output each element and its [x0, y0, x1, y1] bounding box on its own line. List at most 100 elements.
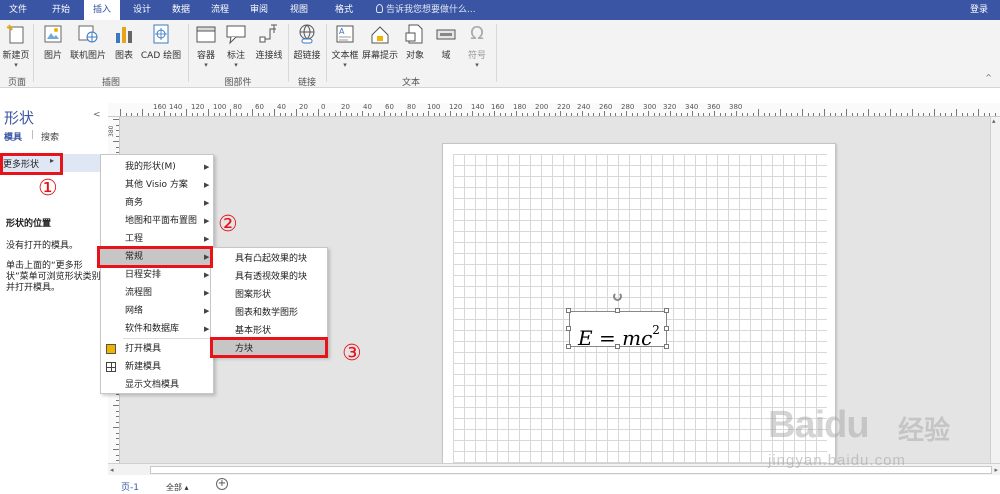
container-button[interactable]: 容器 ▾ — [193, 23, 219, 69]
ruler-tick — [593, 113, 594, 116]
ruler-tick — [835, 113, 836, 116]
selection-handle[interactable] — [664, 344, 669, 349]
menu-item[interactable]: 我的形状(M) ▶ — [101, 158, 213, 176]
ruler-tick — [901, 113, 902, 116]
selection-handle[interactable] — [566, 344, 571, 349]
menu-item[interactable]: 打开模具 — [101, 340, 213, 358]
chart-button[interactable]: 图表 — [112, 23, 136, 61]
ruler-tick — [505, 113, 506, 116]
ruler-tick — [934, 109, 935, 116]
ruler-tick — [257, 113, 259, 116]
ruler-tick — [956, 109, 957, 116]
screentip-button[interactable]: 屏幕提示 — [361, 23, 399, 61]
ruler-tick — [208, 109, 209, 116]
ruler-tick — [945, 113, 946, 116]
tab-design[interactable]: 设计 — [125, 0, 159, 20]
selection-handle[interactable] — [664, 326, 669, 331]
submenu-item[interactable]: 具有凸起效果的块 — [211, 250, 327, 268]
symbol-button[interactable]: Ω 符号 ▾ — [466, 23, 488, 69]
object-button[interactable]: 对象 — [402, 23, 428, 61]
ribbon-tab-bar: 文件 开始 插入 设计 数据 流程 审阅 视图 格式 告诉我您想要做什么... … — [0, 0, 1000, 20]
selection-handle[interactable] — [615, 308, 620, 313]
watermark-cn: 经验 — [898, 416, 951, 446]
ruler-tick — [422, 113, 424, 116]
tell-me-text: 告诉我您想要做什么... — [386, 5, 476, 15]
stencil-location-title: 形状的位置 — [6, 219, 52, 229]
submenu-item-label: 图表和数学图形 — [235, 308, 299, 318]
ruler-tick — [263, 113, 264, 116]
ruler-tick — [664, 113, 666, 116]
new-page-button[interactable]: 新建页 ▾ — [2, 23, 30, 69]
tab-data[interactable]: 数据 — [164, 0, 198, 20]
tab-process[interactable]: 流程 — [203, 0, 237, 20]
submenu-item[interactable]: 图表和数学图形 — [211, 304, 327, 322]
cad-drawing-button[interactable]: CAD 绘图 — [140, 23, 182, 61]
menu-item[interactable]: 地图和平面布置图 ▶ — [101, 212, 213, 230]
menu-item[interactable]: 软件和数据库 ▶ — [101, 320, 213, 338]
formula-shape[interactable]: E = mc2 — [569, 311, 667, 350]
menu-item[interactable]: 显示文档模具 — [101, 376, 213, 394]
submenu-item[interactable]: 图案形状 — [211, 286, 327, 304]
ruler-label: 220 — [556, 103, 572, 111]
menu-item-label: 软件和数据库 — [125, 324, 180, 334]
tab-format[interactable]: 格式 — [326, 0, 362, 20]
tab-search[interactable]: 搜索 — [41, 130, 59, 143]
selection-handle[interactable] — [566, 326, 571, 331]
tab-stencils[interactable]: 模具 — [4, 130, 22, 143]
callout-button[interactable]: 标注 ▾ — [224, 23, 248, 69]
ruler-tick — [961, 113, 963, 116]
textbox-button[interactable]: A 文本框 ▾ — [328, 23, 362, 69]
selection-handle[interactable] — [615, 344, 620, 349]
tab-review[interactable]: 审阅 — [242, 0, 276, 20]
ruler-tick — [989, 113, 990, 116]
scroll-up-icon[interactable]: ▴ — [992, 117, 996, 125]
menu-item[interactable]: 新建模具 — [101, 358, 213, 376]
hyperlink-globe-icon — [296, 23, 318, 45]
menu-item-label: 地图和平面布置图 — [125, 216, 198, 226]
ruler-tick — [323, 113, 325, 116]
chevron-left-icon[interactable]: < — [93, 110, 101, 120]
selection-handle[interactable] — [664, 308, 669, 313]
ruler-tick — [890, 109, 891, 116]
ruler-tick — [983, 113, 985, 116]
online-picture-button[interactable]: 联机图片 — [68, 23, 108, 61]
login-link[interactable]: 登录 — [970, 0, 988, 20]
highlight-more-shapes — [0, 153, 63, 175]
page-tab[interactable]: 页-1 — [121, 480, 139, 494]
ruler-tick — [116, 421, 119, 423]
menu-item[interactable]: 流程图 ▶ — [101, 284, 213, 302]
submenu-arrow-icon: ▶ — [204, 271, 210, 279]
vertical-scrollbar[interactable]: ▴ — [990, 117, 1000, 463]
connector-button[interactable]: 连接线 — [252, 23, 286, 61]
ruler-tick — [857, 113, 858, 116]
tell-me-box[interactable]: 告诉我您想要做什么... — [376, 0, 476, 20]
menu-item[interactable]: 其他 Visio 方案 ▶ — [101, 176, 213, 194]
ruler-label: 40 — [362, 103, 373, 111]
menu-item-label: 打开模具 — [125, 344, 162, 354]
ruler-tick — [191, 113, 193, 116]
container-icon — [195, 23, 217, 45]
rotate-handle-icon[interactable] — [613, 292, 622, 301]
collapse-ribbon-icon[interactable]: ^ — [985, 73, 992, 82]
field-button[interactable]: 域 — [434, 23, 458, 61]
menu-item[interactable]: 商务 ▶ — [101, 194, 213, 212]
menu-item[interactable]: 网络 ▶ — [101, 302, 213, 320]
ruler-tick — [136, 113, 138, 116]
tab-file[interactable]: 文件 — [2, 0, 34, 20]
tab-insert[interactable]: 插入 — [84, 0, 120, 20]
tab-view[interactable]: 视图 — [282, 0, 316, 20]
ruler-tick — [758, 109, 759, 116]
ruler-tick — [681, 113, 682, 116]
hyperlink-button[interactable]: 超链接 — [291, 23, 323, 61]
more-shapes-dropdown: 我的形状(M) ▶ 其他 Visio 方案 ▶ 商务 ▶ 地图和平面布置图 ▶ 工程 ▶ 常规 ▶ 日程… — [100, 154, 214, 394]
picture-button[interactable]: 图片 — [40, 23, 66, 61]
selection-handle[interactable] — [566, 308, 571, 313]
all-pages-button[interactable]: 全部 ▴ — [166, 482, 189, 493]
ruler-tick — [571, 113, 572, 116]
ruler-tick — [703, 113, 704, 116]
ruler-tick — [747, 113, 748, 116]
add-page-icon[interactable]: + — [216, 478, 228, 490]
submenu-item[interactable]: 具有透视效果的块 — [211, 268, 327, 286]
tab-home[interactable]: 开始 — [44, 0, 78, 20]
menu-item[interactable]: 日程安排 ▶ — [101, 266, 213, 284]
